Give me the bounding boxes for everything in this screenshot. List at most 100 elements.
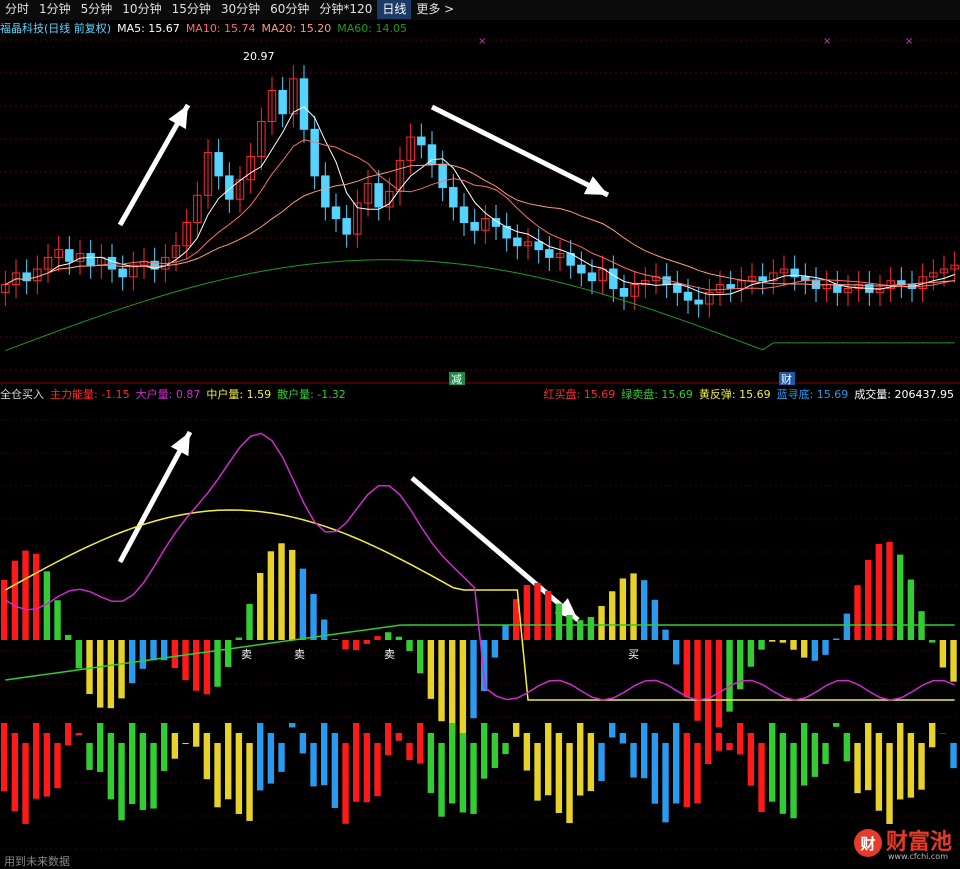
lower-histogram-bar — [769, 723, 775, 802]
histogram-bar — [118, 640, 124, 698]
lower-histogram-bar — [76, 733, 82, 735]
histogram-bar — [577, 620, 583, 640]
histogram-bar — [780, 640, 786, 643]
histogram-bar — [150, 640, 156, 660]
histogram-bar — [694, 640, 700, 721]
lower-histogram-bar — [406, 743, 412, 760]
histogram-bar — [684, 640, 690, 697]
lower-histogram-bar — [300, 733, 306, 753]
candle-body — [610, 269, 617, 288]
histogram-bar — [812, 640, 818, 661]
lower-histogram-bar — [918, 743, 924, 790]
lower-histogram-bar — [342, 743, 348, 824]
histogram-bar — [449, 640, 455, 734]
histogram-bar — [182, 640, 188, 680]
lower-histogram-bar — [385, 723, 391, 755]
histogram-bar — [705, 640, 711, 731]
lower-histogram-bar — [278, 743, 284, 772]
lower-histogram-bar — [566, 743, 572, 823]
histogram-bar — [193, 640, 199, 691]
lower-histogram-bar — [193, 723, 199, 747]
lower-histogram-bar — [86, 743, 92, 770]
histogram-bar — [844, 614, 850, 640]
histogram-bar — [172, 640, 178, 668]
histogram-bar — [865, 560, 871, 640]
logo-text: 财富池 — [886, 832, 952, 854]
lower-histogram-bar — [268, 733, 274, 784]
candle-body — [375, 184, 382, 207]
histogram-bar — [897, 555, 903, 640]
candle-body — [322, 176, 329, 207]
histogram-bar — [108, 640, 114, 708]
candle-body — [684, 292, 691, 300]
candle-body — [588, 273, 595, 281]
histogram-bar — [822, 640, 828, 655]
ind-arrow-up — [120, 432, 190, 562]
candle-body — [418, 137, 425, 145]
candle-body — [514, 238, 521, 246]
lower-histogram-bar — [481, 723, 487, 779]
candle-body — [759, 277, 766, 281]
lower-histogram-bar — [374, 743, 380, 796]
lower-histogram-bar — [289, 723, 295, 727]
histogram-bar — [929, 640, 935, 643]
histogram-bar — [332, 639, 338, 640]
lower-histogram-bar — [161, 723, 167, 771]
candle-body — [119, 269, 126, 277]
x-marker: × — [905, 36, 913, 47]
lower-histogram-bar — [524, 733, 530, 771]
candle-body — [279, 90, 286, 113]
lower-histogram-bar — [140, 733, 146, 810]
lower-histogram-bar — [321, 723, 327, 785]
histogram-bar — [790, 640, 796, 650]
lower-histogram-bar — [1, 723, 7, 791]
lower-histogram-bar — [534, 743, 540, 801]
lower-histogram-bar — [620, 733, 626, 744]
lower-histogram-bar — [790, 743, 796, 818]
histogram-bar — [652, 600, 658, 640]
histogram-bar — [598, 606, 604, 640]
lower-histogram-bar — [641, 723, 647, 778]
histogram-bar — [246, 604, 252, 640]
histogram-bar — [97, 640, 103, 708]
histogram-bar — [289, 550, 295, 640]
candle-body — [332, 207, 339, 219]
candle-body — [546, 250, 553, 258]
candle-body — [311, 129, 318, 176]
lower-histogram-bar — [684, 733, 690, 807]
lower-histogram-bar — [470, 743, 476, 814]
lower-histogram-bar — [33, 723, 39, 799]
lower-histogram-bar — [396, 733, 402, 741]
sell-label: 卖 — [384, 648, 395, 661]
histogram-bar — [225, 640, 231, 667]
lower-histogram-bar — [705, 723, 711, 764]
histogram-bar — [364, 640, 370, 644]
histogram-bar — [854, 585, 860, 640]
histogram-bar — [12, 561, 18, 640]
lower-histogram-bar — [492, 733, 498, 768]
trend-arrow-down — [432, 107, 608, 195]
lower-histogram-bar — [182, 743, 188, 744]
lower-histogram-bar — [929, 723, 935, 747]
histogram-bar — [662, 630, 668, 640]
sell-label: 卖 — [294, 648, 305, 661]
histogram-bar — [566, 615, 572, 640]
lower-histogram-bar — [204, 733, 210, 779]
candle-body — [674, 285, 681, 293]
lower-histogram-bar — [630, 743, 636, 778]
lower-histogram-bar — [748, 733, 754, 786]
footer-note: 用到未来数据 — [4, 853, 70, 869]
lower-histogram-bar — [833, 723, 839, 727]
lower-histogram-bar — [332, 733, 338, 808]
lower-histogram-bar — [513, 723, 519, 737]
histogram-bar — [65, 635, 71, 640]
lower-histogram-bar — [236, 733, 242, 814]
histogram-bar — [630, 573, 636, 640]
event-marker-jian-text: 减 — [451, 373, 462, 386]
histogram-bar — [588, 617, 594, 640]
lower-histogram-bar — [897, 723, 903, 799]
histogram-bar — [673, 640, 679, 664]
candle-body — [471, 222, 478, 230]
histogram-bar — [33, 554, 39, 640]
candle-body — [215, 153, 222, 176]
